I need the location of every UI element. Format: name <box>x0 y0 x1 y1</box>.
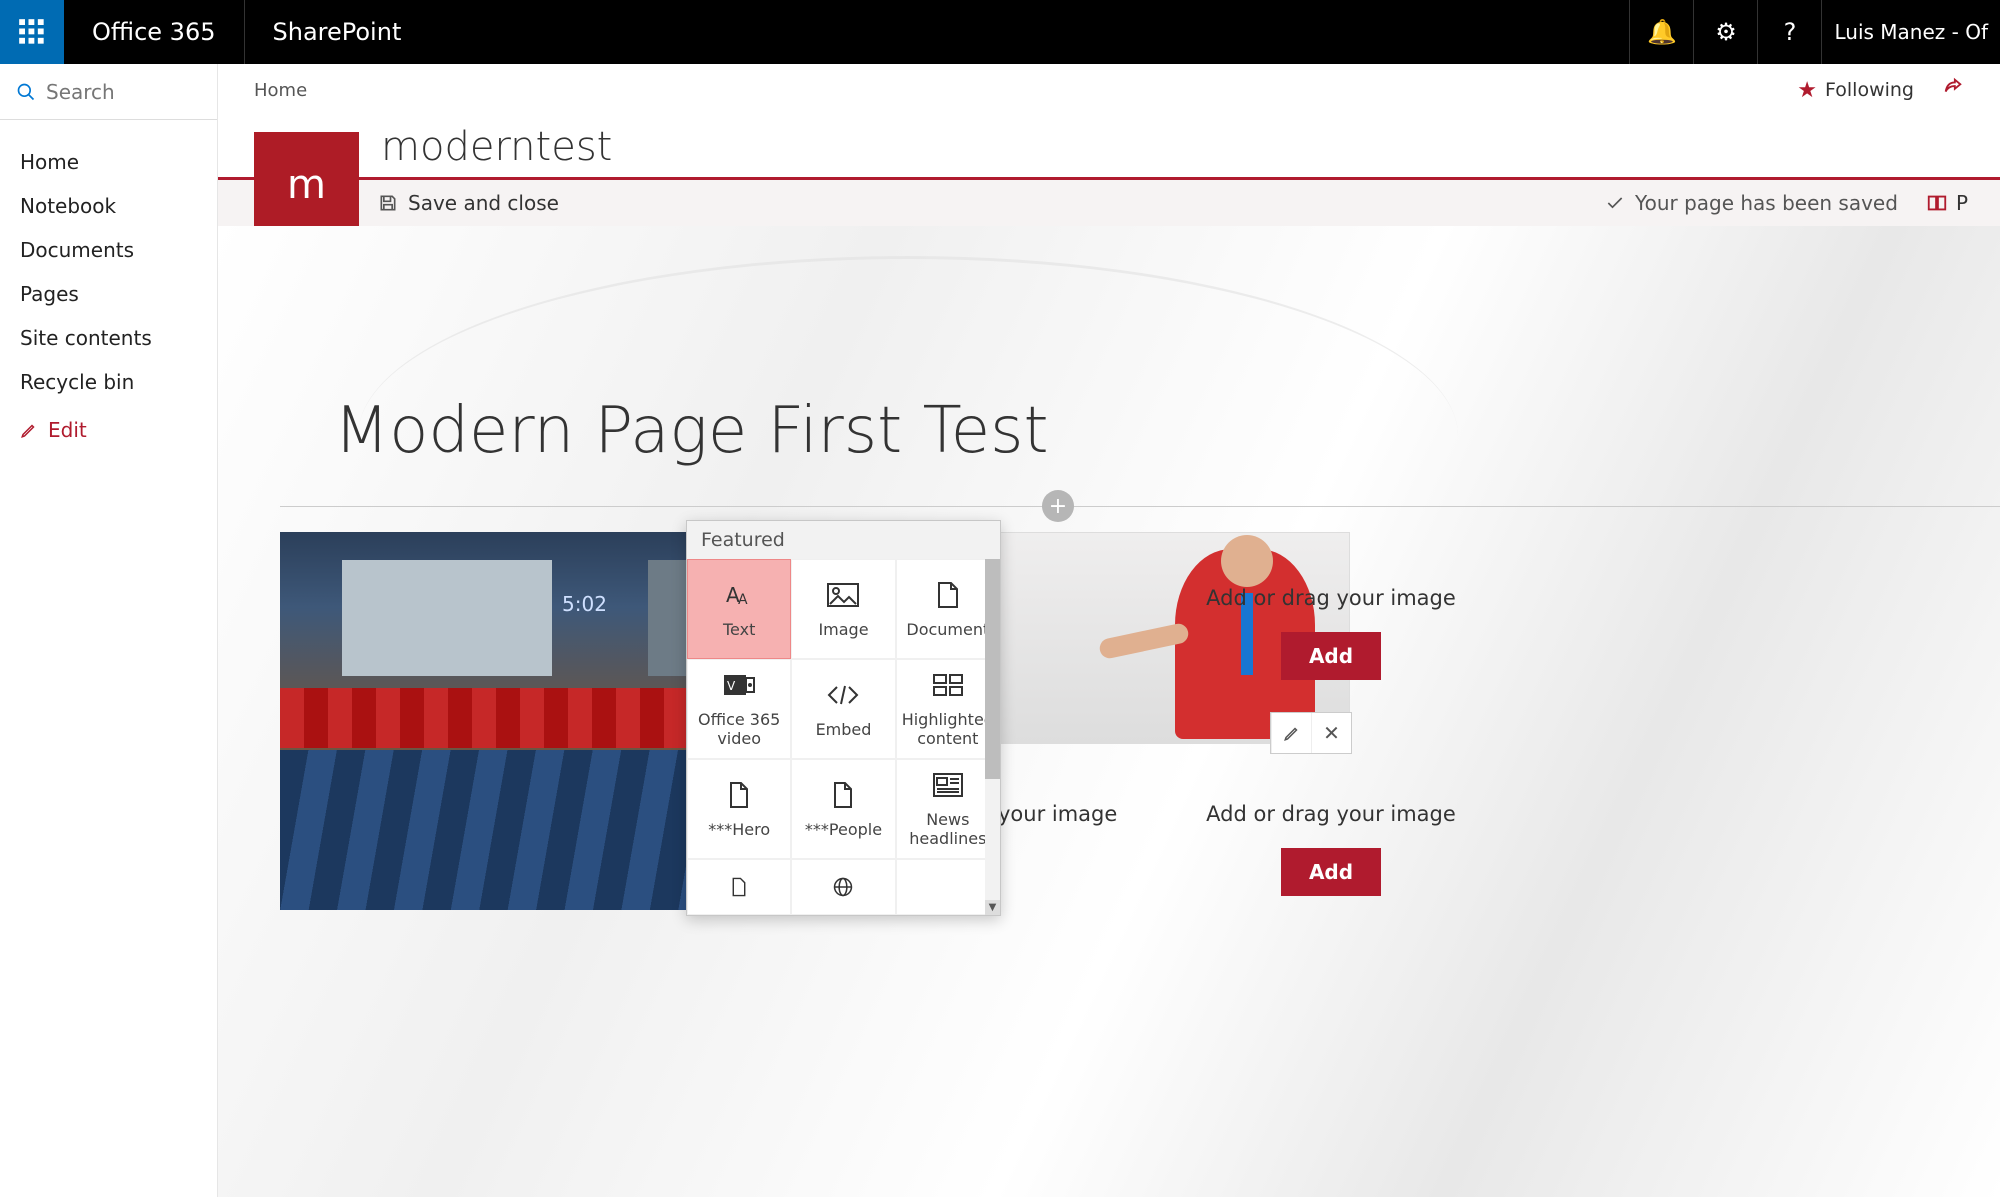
picker-item-hero[interactable]: ***Hero <box>687 759 791 859</box>
picker-item-label: Image <box>818 620 868 639</box>
save-label: Save and close <box>408 191 559 215</box>
picker-header: Featured <box>687 521 1000 559</box>
saved-status: Your page has been saved <box>1605 191 1898 215</box>
app-launcher[interactable] <box>0 0 64 64</box>
site-logo[interactable]: m <box>254 132 359 237</box>
picker-item-label: ***Hero <box>708 820 770 839</box>
document-icon <box>936 580 960 610</box>
image-icon <box>827 580 859 610</box>
picker-item-label: Office 365 video <box>692 710 786 748</box>
edit-webpart-button[interactable] <box>1271 713 1311 753</box>
nav-edit-label: Edit <box>48 418 87 442</box>
nav-documents[interactable]: Documents <box>0 228 217 272</box>
waffle-icon <box>18 18 46 46</box>
video-icon: V <box>723 670 755 700</box>
news-icon <box>933 770 963 800</box>
nav-home[interactable]: Home <box>0 140 217 184</box>
nav-edit[interactable]: Edit <box>0 404 217 456</box>
add-image-button[interactable]: Add <box>1281 632 1381 680</box>
add-image-label: Add or drag your image <box>1186 586 1476 610</box>
svg-text:A: A <box>738 592 748 608</box>
embed-icon <box>826 680 860 710</box>
picker-item-label: Text <box>723 620 755 639</box>
add-image-label-cropped: your image <box>998 802 1117 826</box>
picker-item-embed[interactable]: Embed <box>791 659 895 759</box>
bell-icon: 🔔 <box>1647 18 1677 46</box>
command-bar: Save and close Your page has been saved … <box>218 180 2000 226</box>
page-icon <box>832 780 854 810</box>
user-menu[interactable]: Luis Manez - Of <box>1821 0 2000 64</box>
scrollbar-thumb[interactable] <box>985 559 1000 779</box>
close-icon: ✕ <box>1323 721 1340 745</box>
search-box[interactable]: Search <box>0 64 217 120</box>
picker-item-text[interactable]: AA Text <box>687 559 791 659</box>
picker-item-video[interactable]: V Office 365 video <box>687 659 791 759</box>
pencil-icon <box>1283 724 1301 742</box>
save-and-close-button[interactable]: Save and close <box>378 191 559 215</box>
suite-bar: Office 365 SharePoint 🔔 ⚙ ? Luis Manez -… <box>0 0 2000 64</box>
nav-recycle-bin[interactable]: Recycle bin <box>0 360 217 404</box>
follow-label: Following <box>1825 79 1914 101</box>
globe-icon <box>830 872 856 902</box>
help-icon: ? <box>1784 18 1797 46</box>
site-name[interactable]: moderntest <box>381 124 612 170</box>
app-label[interactable]: SharePoint <box>245 18 430 46</box>
breadcrumb[interactable]: Home <box>254 80 307 101</box>
svg-text:V: V <box>727 679 736 693</box>
add-webpart-button[interactable]: + <box>1042 490 1074 522</box>
nav-pages[interactable]: Pages <box>0 272 217 316</box>
saved-label: Your page has been saved <box>1635 191 1898 215</box>
picker-item-people[interactable]: ***People <box>791 759 895 859</box>
webpart-toolbar: ✕ <box>1270 712 1352 754</box>
picker-item-label: Embed <box>816 720 872 739</box>
reading-icon <box>1926 192 1948 214</box>
follow-button[interactable]: ★ Following <box>1797 78 1914 103</box>
left-nav: Search Home Notebook Documents Pages Sit… <box>0 64 218 1197</box>
add-image-placeholder: Add or drag your image Add <box>1186 802 1476 896</box>
add-image-placeholder: Add or drag your image Add <box>1186 586 1476 680</box>
share-button[interactable] <box>1942 76 1964 104</box>
text-icon: AA <box>724 580 754 610</box>
page-title[interactable]: Modern Page First Test <box>334 394 1049 468</box>
webpart-picker: Featured AA Text Image Docume <box>686 520 1001 916</box>
picker-item-label: News headlines <box>901 810 995 848</box>
main: Home ★ Following m moderntest Save and c… <box>218 64 2000 1197</box>
clock-icon: 5:02 <box>562 592 607 616</box>
highlighted-icon <box>933 670 963 700</box>
help-button[interactable]: ? <box>1757 0 1821 64</box>
delete-webpart-button[interactable]: ✕ <box>1311 713 1351 753</box>
picker-item-label: ***People <box>805 820 882 839</box>
page-icon <box>728 780 750 810</box>
picker-item-image[interactable]: Image <box>791 559 895 659</box>
scrollbar-down[interactable]: ▼ <box>985 900 1000 915</box>
star-icon: ★ <box>1797 78 1817 103</box>
section-divider <box>280 506 2000 507</box>
picker-item-partial[interactable] <box>687 859 791 915</box>
publish-button[interactable]: P <box>1926 191 1968 215</box>
picker-item-label: Document <box>906 620 989 639</box>
check-icon <box>1605 193 1625 213</box>
share-icon <box>1942 76 1964 98</box>
publish-label: P <box>1956 191 1968 215</box>
page-icon <box>728 872 750 902</box>
picker-item-label: Highlighted content <box>901 710 995 748</box>
save-icon <box>378 193 398 213</box>
notifications-button[interactable]: 🔔 <box>1629 0 1693 64</box>
pencil-icon <box>20 421 38 439</box>
page-canvas: Modern Page First Test + 5:02 <box>218 226 2000 1197</box>
screen-icon <box>342 560 552 676</box>
gear-icon: ⚙ <box>1715 18 1737 46</box>
add-image-label: Add or drag your image <box>1186 802 1476 826</box>
brand-label[interactable]: Office 365 <box>64 0 245 64</box>
settings-button[interactable]: ⚙ <box>1693 0 1757 64</box>
nav-notebook[interactable]: Notebook <box>0 184 217 228</box>
add-image-button[interactable]: Add <box>1281 848 1381 896</box>
search-icon <box>16 82 36 102</box>
picker-item-partial[interactable] <box>791 859 895 915</box>
search-placeholder: Search <box>46 80 115 104</box>
nav-site-contents[interactable]: Site contents <box>0 316 217 360</box>
